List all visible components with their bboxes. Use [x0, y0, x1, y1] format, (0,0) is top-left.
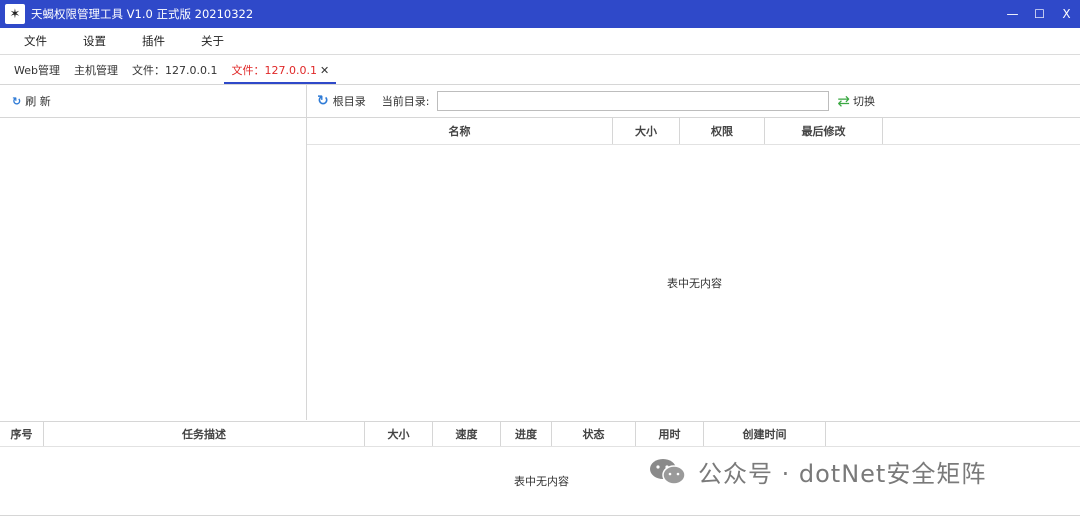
col-status[interactable]: 状态	[552, 422, 636, 446]
maximize-button[interactable]: ☐	[1026, 0, 1053, 28]
file-table-header: 名称 大小 权限 最后修改	[307, 118, 1080, 145]
file-list-pane: ↻ 根目录 当前目录: ⇄ 切换 名称 大小 权限 最后修改 表中无内容	[307, 85, 1080, 420]
switch-label: 切换	[853, 95, 876, 108]
tab-file-2[interactable]: 文件：127.0.0.1 ✕	[224, 58, 337, 84]
col-speed[interactable]: 速度	[433, 422, 501, 446]
task-table-header: 序号 任务描述 大小 速度 进度 状态 用时 创建时间	[0, 422, 1080, 447]
refresh-button[interactable]: ↻ 刷 新	[12, 93, 51, 109]
file-table-empty: 表中无内容	[667, 277, 722, 290]
current-dir-input[interactable]	[437, 91, 830, 111]
menu-bar: 文件 设置 插件 关于	[0, 28, 1080, 55]
window-title: 天蝎权限管理工具 V1.0 正式版 20210322	[31, 7, 254, 21]
minimize-button[interactable]: —	[999, 0, 1026, 28]
right-toolbar: ↻ 根目录 当前目录: ⇄ 切换	[307, 85, 1080, 118]
refresh-label: 刷 新	[25, 95, 51, 108]
left-toolbar: ↻ 刷 新	[0, 85, 306, 118]
tab-bar: Web管理 主机管理 文件：127.0.0.1 文件：127.0.0.1 ✕	[0, 54, 1080, 85]
watermark-text: 公众号 · dotNet安全矩阵	[698, 460, 987, 488]
menu-about[interactable]: 关于	[177, 33, 236, 49]
tab-file-2-label: 文件：127.0.0.1	[231, 64, 317, 77]
switch-button[interactable]: ⇄ 切换	[829, 92, 875, 110]
root-dir-label: 根目录	[332, 95, 366, 108]
col-permission[interactable]: 权限	[680, 118, 765, 144]
task-table-empty: 表中无内容	[514, 475, 569, 488]
close-tab-icon[interactable]: ✕	[320, 64, 329, 77]
switch-arrows-icon: ⇄	[837, 92, 851, 110]
root-dir-button[interactable]: ↻ 根目录	[317, 93, 382, 109]
refresh-icon: ↻	[12, 94, 22, 108]
menu-settings[interactable]: 设置	[59, 33, 118, 49]
menu-file[interactable]: 文件	[0, 33, 59, 49]
tab-host-manage[interactable]: 主机管理	[67, 58, 125, 84]
col-index[interactable]: 序号	[0, 422, 44, 446]
directory-tree-pane: ↻ 刷 新	[0, 85, 307, 420]
close-button[interactable]: X	[1053, 0, 1080, 28]
menu-plugins[interactable]: 插件	[118, 33, 177, 49]
col-progress[interactable]: 进度	[501, 422, 552, 446]
col-last-modified[interactable]: 最后修改	[765, 118, 883, 144]
title-bar: ✶ 天蝎权限管理工具 V1.0 正式版 20210322 — ☐ X	[0, 0, 1080, 28]
tab-web-manage[interactable]: Web管理	[0, 58, 67, 84]
wechat-icon	[650, 458, 686, 485]
app-logo-icon: ✶	[5, 4, 25, 24]
current-dir-label: 当前目录:	[381, 95, 430, 108]
col-elapsed[interactable]: 用时	[636, 422, 704, 446]
col-name[interactable]: 名称	[307, 118, 613, 144]
col-task-size[interactable]: 大小	[365, 422, 433, 446]
root-refresh-icon: ↻	[317, 93, 329, 109]
col-task-desc[interactable]: 任务描述	[44, 422, 365, 446]
window-controls: — ☐ X	[999, 0, 1080, 28]
col-created[interactable]: 创建时间	[704, 422, 826, 446]
col-size[interactable]: 大小	[613, 118, 680, 144]
tab-file-1[interactable]: 文件：127.0.0.1	[125, 58, 224, 84]
watermark: 公众号 · dotNet安全矩阵	[648, 454, 986, 489]
